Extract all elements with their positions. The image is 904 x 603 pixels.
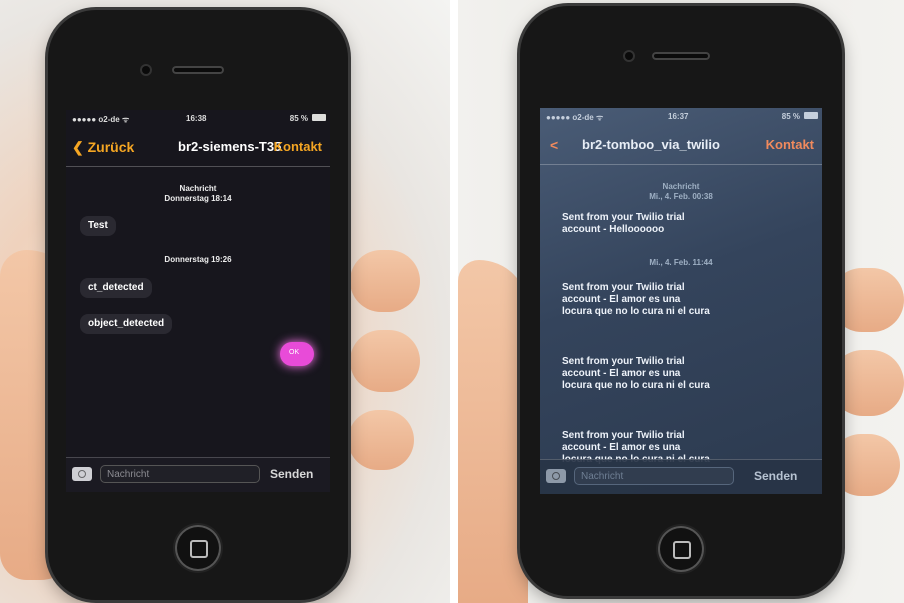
photo-divider [450, 0, 458, 603]
photo-left: ●●●●● o2-de ᯤ 16:38 85 % ❮ Zurück br2-si… [0, 0, 450, 603]
meta-label: Nachricht [179, 184, 217, 193]
meta-label: Nachricht [662, 182, 700, 191]
contact-button[interactable]: Kontakt [274, 139, 322, 154]
sent-bubble-text: OK [289, 349, 300, 356]
front-camera [142, 66, 150, 74]
contact-button[interactable]: Kontakt [766, 137, 814, 152]
back-label: Zurück [87, 139, 135, 155]
message-bubble: Sent from your Twilio trial account - El… [562, 282, 710, 317]
message-bubble: Sent from your Twilio trial account - He… [562, 212, 685, 235]
timestamp: Donnerstag 19:26 [164, 255, 232, 264]
message-bubble: Sent from your Twilio trial account - El… [562, 356, 710, 391]
timestamp: Mi., 4. Feb. 11:44 [649, 258, 713, 267]
home-button[interactable] [175, 525, 221, 571]
status-bar: ●●●●● o2-de ᯤ 16:38 85 % [66, 110, 330, 126]
battery-percent: 85 % [781, 112, 800, 121]
home-button[interactable] [658, 526, 704, 572]
earpiece-speaker [172, 66, 224, 74]
send-button[interactable]: Senden [270, 467, 313, 481]
sent-bubble: OK [280, 342, 314, 366]
front-camera [625, 52, 633, 60]
iphone-left: ●●●●● o2-de ᯤ 16:38 85 % ❮ Zurück br2-si… [48, 10, 348, 600]
message-input[interactable]: Nachricht [574, 467, 734, 485]
camera-icon[interactable] [72, 467, 92, 481]
carrier-label: ●●●●● o2-de ᯤ [72, 115, 130, 124]
clock: 16:38 [186, 114, 207, 123]
screen-right: ●●●●● o2-de ᯤ 16:37 85 % < br2-tomboo_vi… [540, 108, 822, 494]
compose-bar: Nachricht Senden [540, 459, 822, 494]
hand-finger-2 [350, 330, 420, 392]
compose-bar: Nachricht Senden [66, 457, 330, 492]
nav-bar: < br2-tomboo_via_twilio Kontakt [540, 124, 822, 165]
earpiece-speaker [652, 52, 710, 60]
carrier-label: ●●●●● o2-de ᯤ [546, 113, 604, 122]
iphone-right: ●●●●● o2-de ᯤ 16:37 85 % < br2-tomboo_vi… [520, 6, 842, 596]
screen-left: ●●●●● o2-de ᯤ 16:38 85 % ❮ Zurück br2-si… [66, 110, 330, 492]
camera-icon[interactable] [546, 469, 566, 483]
message-bubble: object_detected [80, 314, 173, 334]
message-bubble: ct_detected [80, 278, 152, 298]
timestamp: Mi., 4. Feb. 00:38 [649, 192, 713, 201]
conversation-title: br2-siemens-T35 [178, 139, 282, 154]
message-input[interactable]: Nachricht [100, 465, 260, 483]
photo-right: ●●●●● o2-de ᯤ 16:37 85 % < br2-tomboo_vi… [458, 0, 904, 603]
send-button[interactable]: Senden [754, 469, 797, 483]
conversation-title: br2-tomboo_via_twilio [582, 137, 720, 152]
hand-finger-3 [348, 410, 414, 470]
battery-icon [312, 114, 326, 121]
back-button[interactable]: ❮ Zurück [72, 139, 134, 156]
clock: 16:37 [668, 112, 689, 121]
message-bubble: Test [80, 216, 116, 236]
battery-icon [804, 112, 818, 119]
timestamp: Donnerstag 18:14 [164, 194, 232, 203]
nav-bar: ❮ Zurück br2-siemens-T35 Kontakt [66, 126, 330, 167]
back-button[interactable]: < [550, 137, 558, 153]
hand-palm [458, 260, 528, 603]
hand-finger-1 [350, 250, 420, 312]
battery-percent: 85 % [289, 114, 308, 123]
status-bar: ●●●●● o2-de ᯤ 16:37 85 % [540, 108, 822, 124]
chevron-left-icon: ❮ [72, 139, 84, 155]
